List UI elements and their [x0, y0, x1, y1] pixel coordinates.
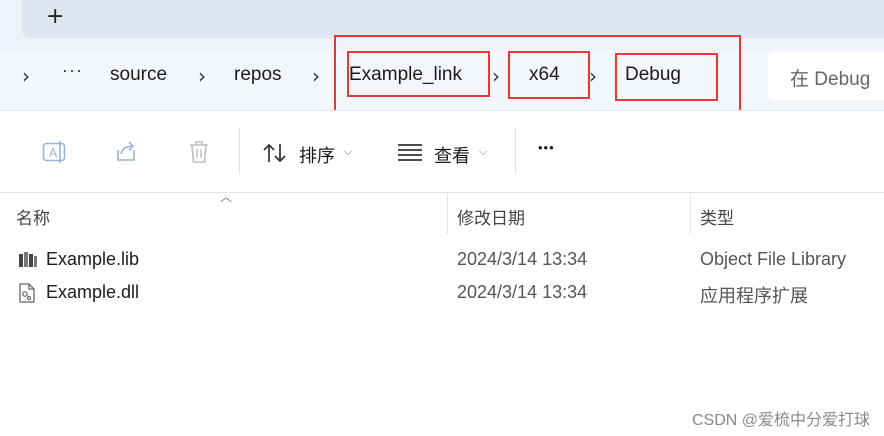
search-box[interactable]: 在 Debug: [768, 52, 884, 100]
chevron-down-icon[interactable]: ⌵: [479, 145, 487, 159]
file-type: 应用程序扩展: [700, 286, 808, 306]
rename-icon[interactable]: A: [42, 140, 68, 164]
breadcrumb-overflow-button[interactable]: ···: [62, 60, 83, 81]
file-row[interactable]: Example.dll 2024/3/14 13:34 应用程序扩展: [0, 276, 884, 308]
breadcrumb-item-repos[interactable]: repos: [234, 64, 282, 86]
annotation-x64-box: [508, 51, 590, 99]
annotation-debug-box: [615, 53, 718, 101]
view-button[interactable]: 查看: [434, 142, 470, 168]
header-divider: [0, 192, 884, 193]
column-header-type[interactable]: 类型: [700, 204, 734, 229]
svg-text:A: A: [49, 146, 58, 160]
toolbar-separator: [239, 128, 240, 174]
file-name: Example.dll: [46, 282, 140, 302]
annotation-example-link-box: [347, 51, 490, 97]
active-tab[interactable]: [22, 0, 884, 38]
trash-icon[interactable]: [188, 140, 210, 164]
share-icon[interactable]: [114, 140, 140, 164]
sort-button[interactable]: 排序: [299, 142, 335, 168]
chevron-right-icon[interactable]: ›: [22, 64, 30, 88]
file-date: 2024/3/14 13:34: [457, 249, 588, 269]
breadcrumb-item-source[interactable]: source: [110, 64, 167, 86]
library-file-icon: [19, 252, 37, 267]
column-header-date[interactable]: 修改日期: [457, 204, 525, 229]
chevron-down-icon[interactable]: ⌵: [344, 145, 352, 159]
column-header-name[interactable]: 名称: [16, 204, 50, 229]
plus-icon[interactable]: +: [46, 4, 64, 29]
file-type: Object File Library: [700, 249, 847, 269]
file-name: Example.lib: [46, 249, 140, 269]
column-separator[interactable]: [447, 194, 448, 234]
chevron-right-icon[interactable]: ›: [312, 64, 320, 88]
view-icon[interactable]: [397, 142, 423, 162]
dll-file-icon: [19, 283, 35, 303]
chevron-right-icon[interactable]: ›: [198, 64, 206, 88]
more-options-button[interactable]: •••: [538, 140, 555, 155]
search-input[interactable]: 在 Debug: [790, 64, 870, 91]
toolbar-separator: [515, 128, 516, 174]
file-row[interactable]: Example.lib 2024/3/14 13:34 Object File …: [0, 243, 884, 275]
file-date: 2024/3/14 13:34: [457, 282, 588, 302]
sort-icon[interactable]: [262, 142, 290, 164]
sort-ascending-icon: ︿: [220, 190, 233, 204]
column-separator[interactable]: [690, 194, 691, 234]
watermark: CSDN @爱梳中分爱打球: [691, 412, 870, 429]
